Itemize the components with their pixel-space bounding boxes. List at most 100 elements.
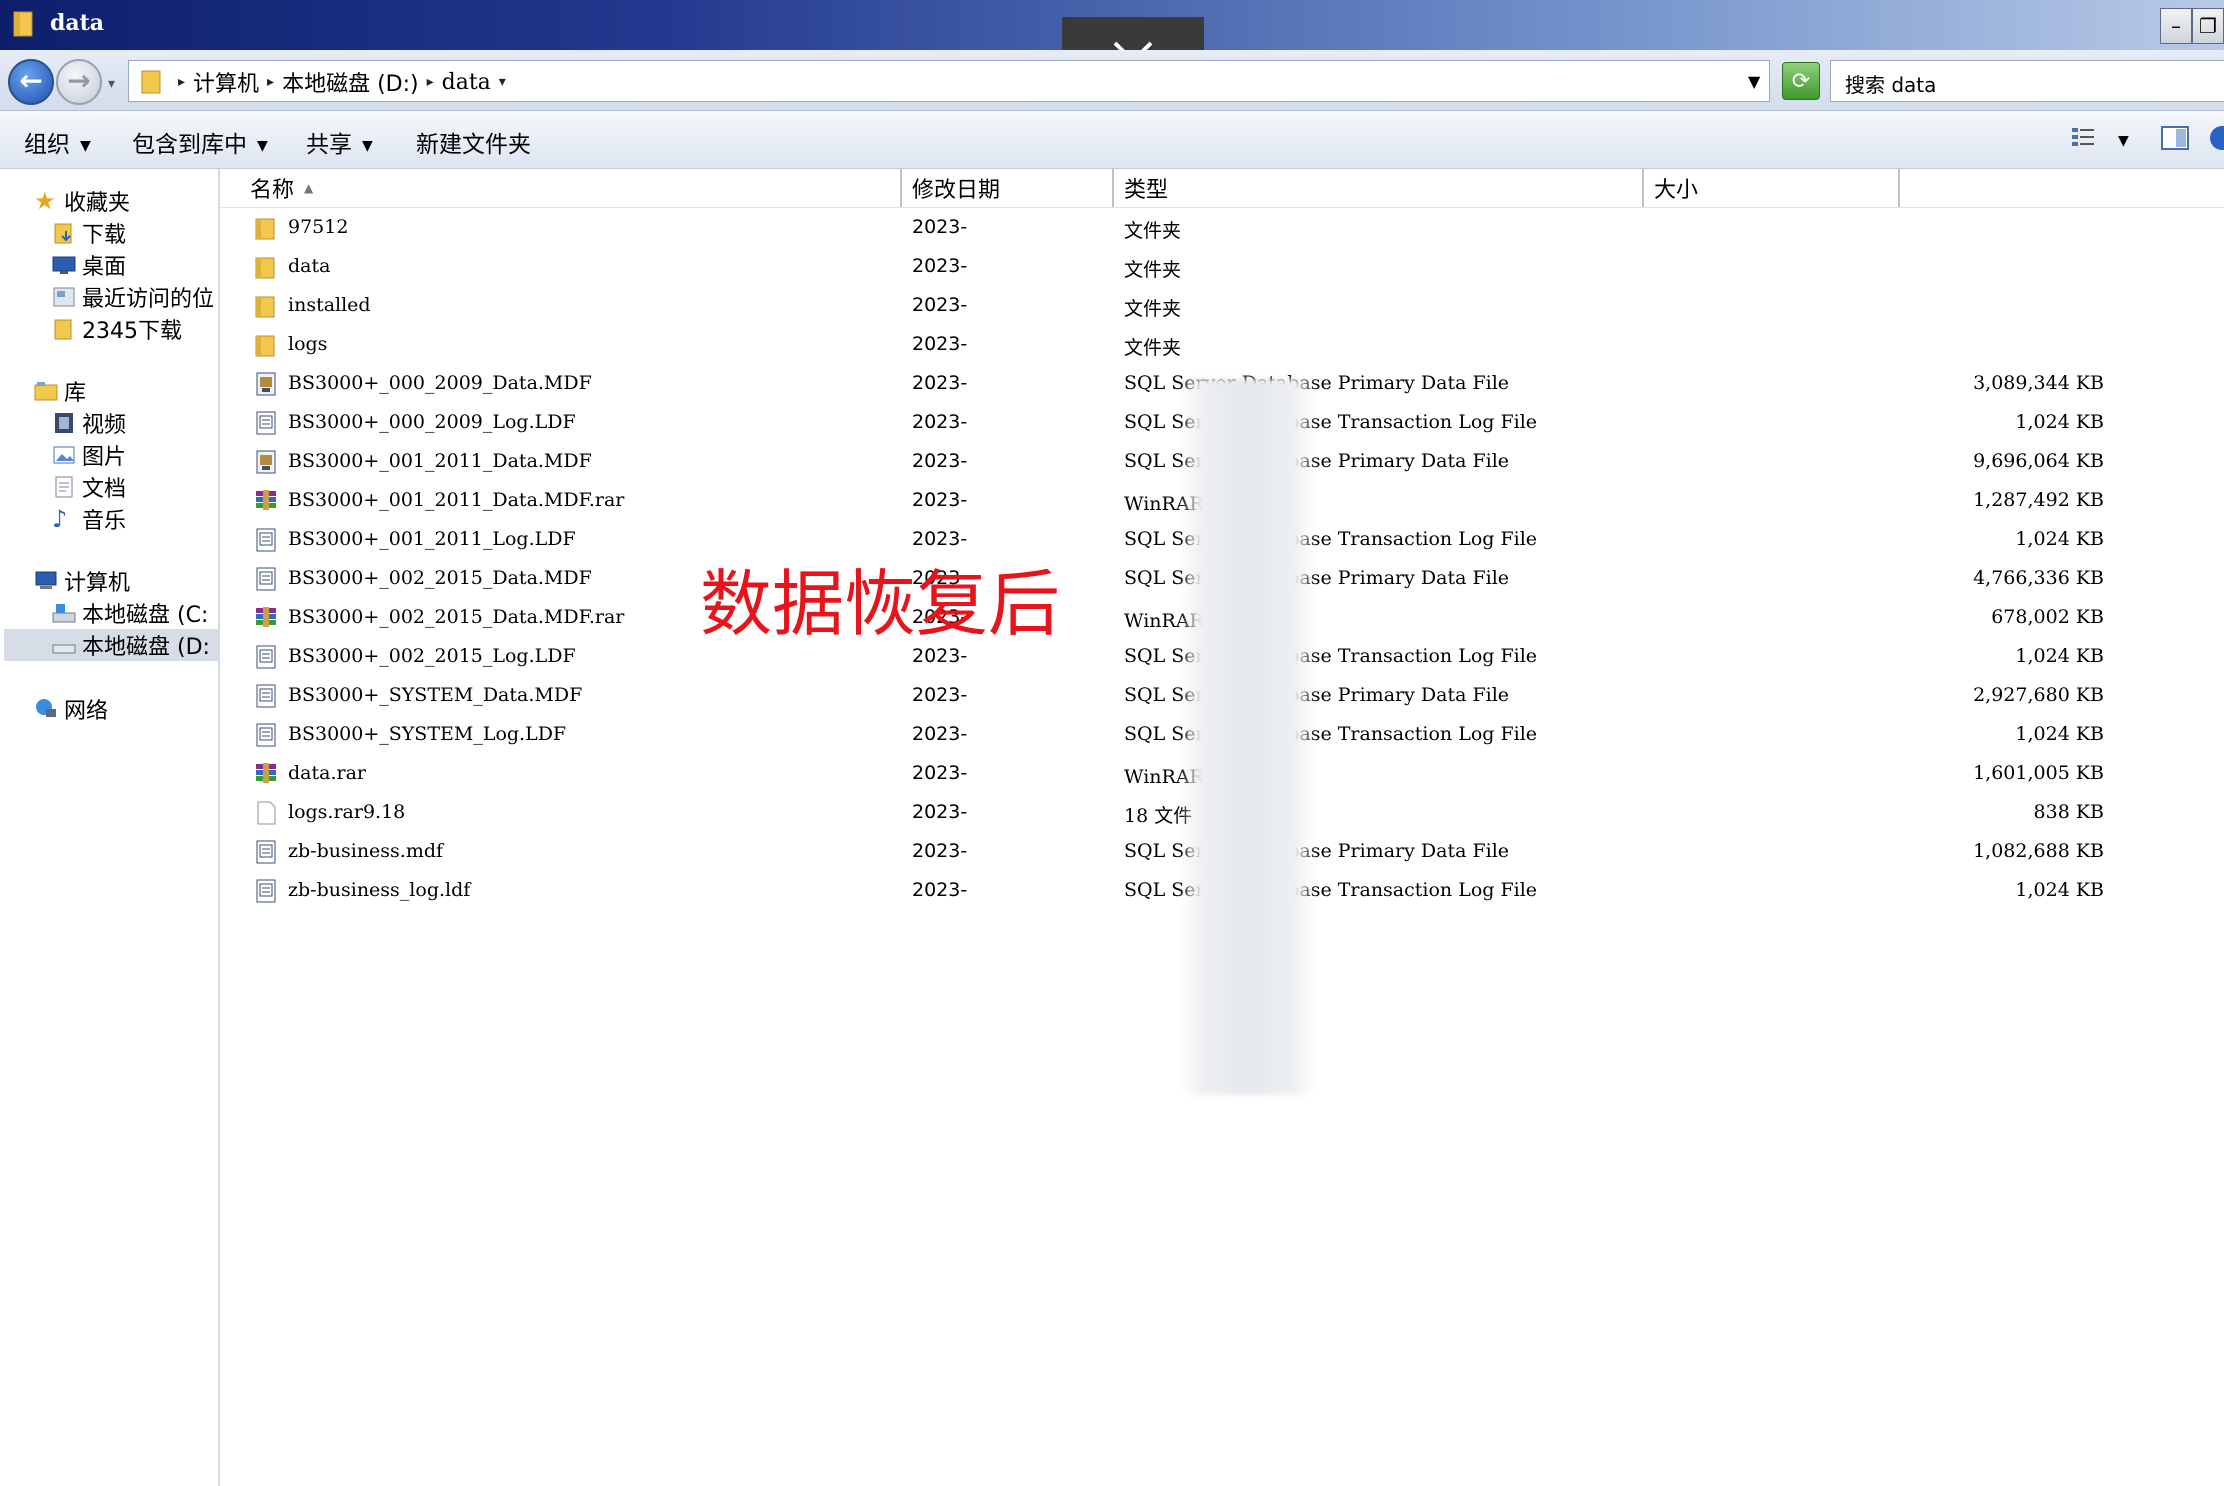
nav-pictures[interactable]: 图片: [52, 439, 126, 471]
file-size: 9,696,064 KB: [1973, 450, 2104, 472]
file-row[interactable]: BS3000+_001_2011_Data.MDF 2023- SQL Server…: [220, 443, 2104, 482]
column-header-size[interactable]: 大小: [1644, 169, 1900, 207]
file-size: 1,601,005 KB: [1973, 762, 2104, 784]
forward-button[interactable]: →: [56, 59, 102, 105]
file-date: 2023-: [912, 762, 968, 784]
preview-pane-button[interactable]: [2160, 125, 2190, 157]
nav-recent-places[interactable]: 最近访问的位: [52, 281, 214, 313]
file-row[interactable]: logs 2023- 文件夹: [220, 326, 2020, 365]
organize-button[interactable]: 组织 ▼: [24, 125, 91, 159]
breadcrumb-computer[interactable]: 计算机: [193, 66, 259, 98]
include-library-button[interactable]: 包含到库中 ▼: [132, 125, 268, 159]
search-input[interactable]: 搜索 data: [1830, 60, 2224, 102]
file-row[interactable]: 97512 2023- 文件夹: [220, 209, 2020, 248]
nav-2345-downloads[interactable]: 2345下载: [52, 313, 182, 345]
back-button[interactable]: ←: [8, 59, 54, 105]
nav-pictures-label: 图片: [82, 445, 127, 470]
file-row[interactable]: BS3000+_000_2009_Data.MDF 2023- SQL Server…: [220, 365, 2104, 404]
file-name: BS3000+_SYSTEM_Data.MDF: [288, 684, 583, 706]
nav-desktop[interactable]: 桌面: [52, 249, 126, 281]
breadcrumb-drive-d[interactable]: 本地磁盘 (D:): [282, 66, 419, 98]
file-row[interactable]: BS3000+_000_2009_Log.LDF 2023- SQL Server …: [220, 404, 2104, 443]
minimize-button[interactable]: –: [2160, 8, 2192, 44]
file-size: 1,024 KB: [2015, 879, 2104, 901]
file-row[interactable]: logs.rar9.18 2023- 18 文件 838 KB: [220, 794, 2104, 833]
help-button[interactable]: [2206, 125, 2224, 157]
document-icon: [55, 476, 73, 498]
file-row[interactable]: BS3000+_SYSTEM_Log.LDF 2023- SQL Server Da…: [220, 716, 2104, 755]
chevron-right-icon[interactable]: ▸: [427, 74, 434, 90]
file-date: 2023-: [912, 489, 968, 511]
nav-downloads-label: 下载: [82, 223, 127, 248]
file-name: data.rar: [288, 762, 366, 784]
file-row[interactable]: data.rar2023-WinRAR 压缩文件1,601,005 KB: [220, 755, 2104, 794]
folder-icon: [255, 296, 275, 318]
file-date: 2023-: [912, 372, 968, 394]
file-row[interactable]: data 2023- 文件夹: [220, 248, 2020, 287]
video-icon: [55, 413, 73, 433]
share-button[interactable]: 共享 ▼: [306, 125, 373, 159]
file-row[interactable]: zb-business_log.ldf 2023- SQL Server Datab…: [220, 872, 2104, 911]
preview-pane-icon: [2161, 126, 2189, 150]
nav-computer[interactable]: 计算机: [34, 565, 130, 597]
file-row[interactable]: BS3000+_002_2015_Log.LDF 2023- SQL Server …: [220, 638, 2104, 677]
breadcrumb: ▸ 计算机 ▸ 本地磁盘 (D:) ▸ data ▾: [140, 66, 514, 98]
rar-icon: [256, 763, 276, 783]
nav-drive-d[interactable]: 本地磁盘 (D:: [4, 629, 218, 661]
nav-documents[interactable]: 文档: [52, 471, 126, 503]
column-header-type[interactable]: 类型: [1114, 169, 1644, 207]
search-placeholder: 搜索 data: [1845, 73, 1937, 97]
file-row[interactable]: installed 2023- 文件夹: [220, 287, 2020, 326]
blank-file-icon: [257, 801, 276, 825]
column-header-date[interactable]: 修改日期: [902, 169, 1114, 207]
chevron-down-icon: ▼: [80, 137, 91, 154]
chevron-right-icon[interactable]: ▸: [267, 74, 274, 90]
file-row[interactable]: BS3000+_SYSTEM_Data.MDF 2023- SQL Server D…: [220, 677, 2104, 716]
file-date: 2023-: [912, 879, 968, 901]
file-row[interactable]: BS3000+_002_2015_Data.MDF 2023- SQL Server…: [220, 560, 2104, 599]
ldf-icon: [256, 567, 276, 591]
address-dropdown[interactable]: ▼: [1748, 72, 1760, 91]
file-date: 2023-: [912, 450, 968, 472]
chevron-down-icon: ▼: [257, 137, 268, 154]
file-size: 1,287,492 KB: [1973, 489, 2104, 511]
nav-favorites[interactable]: ★ 收藏夹: [34, 185, 130, 217]
chevron-right-icon[interactable]: ▾: [499, 74, 506, 90]
nav-computer-label: 计算机: [64, 571, 131, 596]
network-icon: [36, 699, 56, 717]
refresh-button[interactable]: ⟳: [1782, 62, 1820, 100]
chevron-right-icon[interactable]: ▸: [178, 74, 185, 90]
nav-libraries[interactable]: 库: [34, 375, 86, 407]
file-row[interactable]: BS3000+_002_2015_Data.MDF.rar 2023- WinRAR…: [220, 599, 2104, 638]
nav-libraries-label: 库: [64, 381, 87, 406]
nav-network[interactable]: 网络: [34, 693, 108, 725]
nav-drive-c[interactable]: 本地磁盘 (C:: [52, 597, 208, 629]
include-library-label: 包含到库中: [132, 132, 247, 158]
file-name: BS3000+_000_2009_Data.MDF: [288, 372, 592, 394]
file-row[interactable]: zb-business.mdf 2023- SQL Server Database …: [220, 833, 2104, 872]
desktop-icon: [52, 256, 76, 274]
file-date: 2023-: [912, 333, 968, 355]
share-label: 共享: [306, 132, 352, 158]
file-date: 2023-: [912, 723, 968, 745]
restore-button[interactable]: ❐: [2192, 8, 2224, 44]
file-row[interactable]: BS3000+_001_2011_Log.LDF 2023- SQL Server …: [220, 521, 2104, 560]
recent-pages-dropdown[interactable]: ▾: [108, 76, 115, 92]
column-header-name[interactable]: 名称 ▲: [220, 169, 902, 207]
redacted-dates: [1180, 379, 1316, 1095]
nav-music[interactable]: ♪ 音乐: [52, 503, 126, 535]
nav-downloads[interactable]: 下载: [52, 217, 126, 249]
nav-videos[interactable]: 视频: [52, 407, 126, 439]
file-row[interactable]: BS3000+_001_2011_Data.MDF.rar 2023- WinRAR…: [220, 482, 2104, 521]
new-folder-button[interactable]: 新建文件夹: [416, 125, 531, 159]
ldf-icon: [256, 528, 276, 552]
nav-music-label: 音乐: [82, 509, 127, 534]
view-options-button[interactable]: [2070, 125, 2098, 155]
file-size: 1,024 KB: [2015, 645, 2104, 667]
file-list: 名称 ▲ 修改日期 类型 大小 97512 2023- 文件夹 data 2023- 文件…: [220, 169, 2224, 1486]
breadcrumb-data[interactable]: data: [442, 70, 491, 95]
music-icon: ♪: [52, 505, 68, 533]
view-dropdown[interactable]: ▼: [2118, 133, 2129, 149]
file-name: 97512: [288, 216, 349, 238]
file-name: installed: [288, 294, 371, 316]
